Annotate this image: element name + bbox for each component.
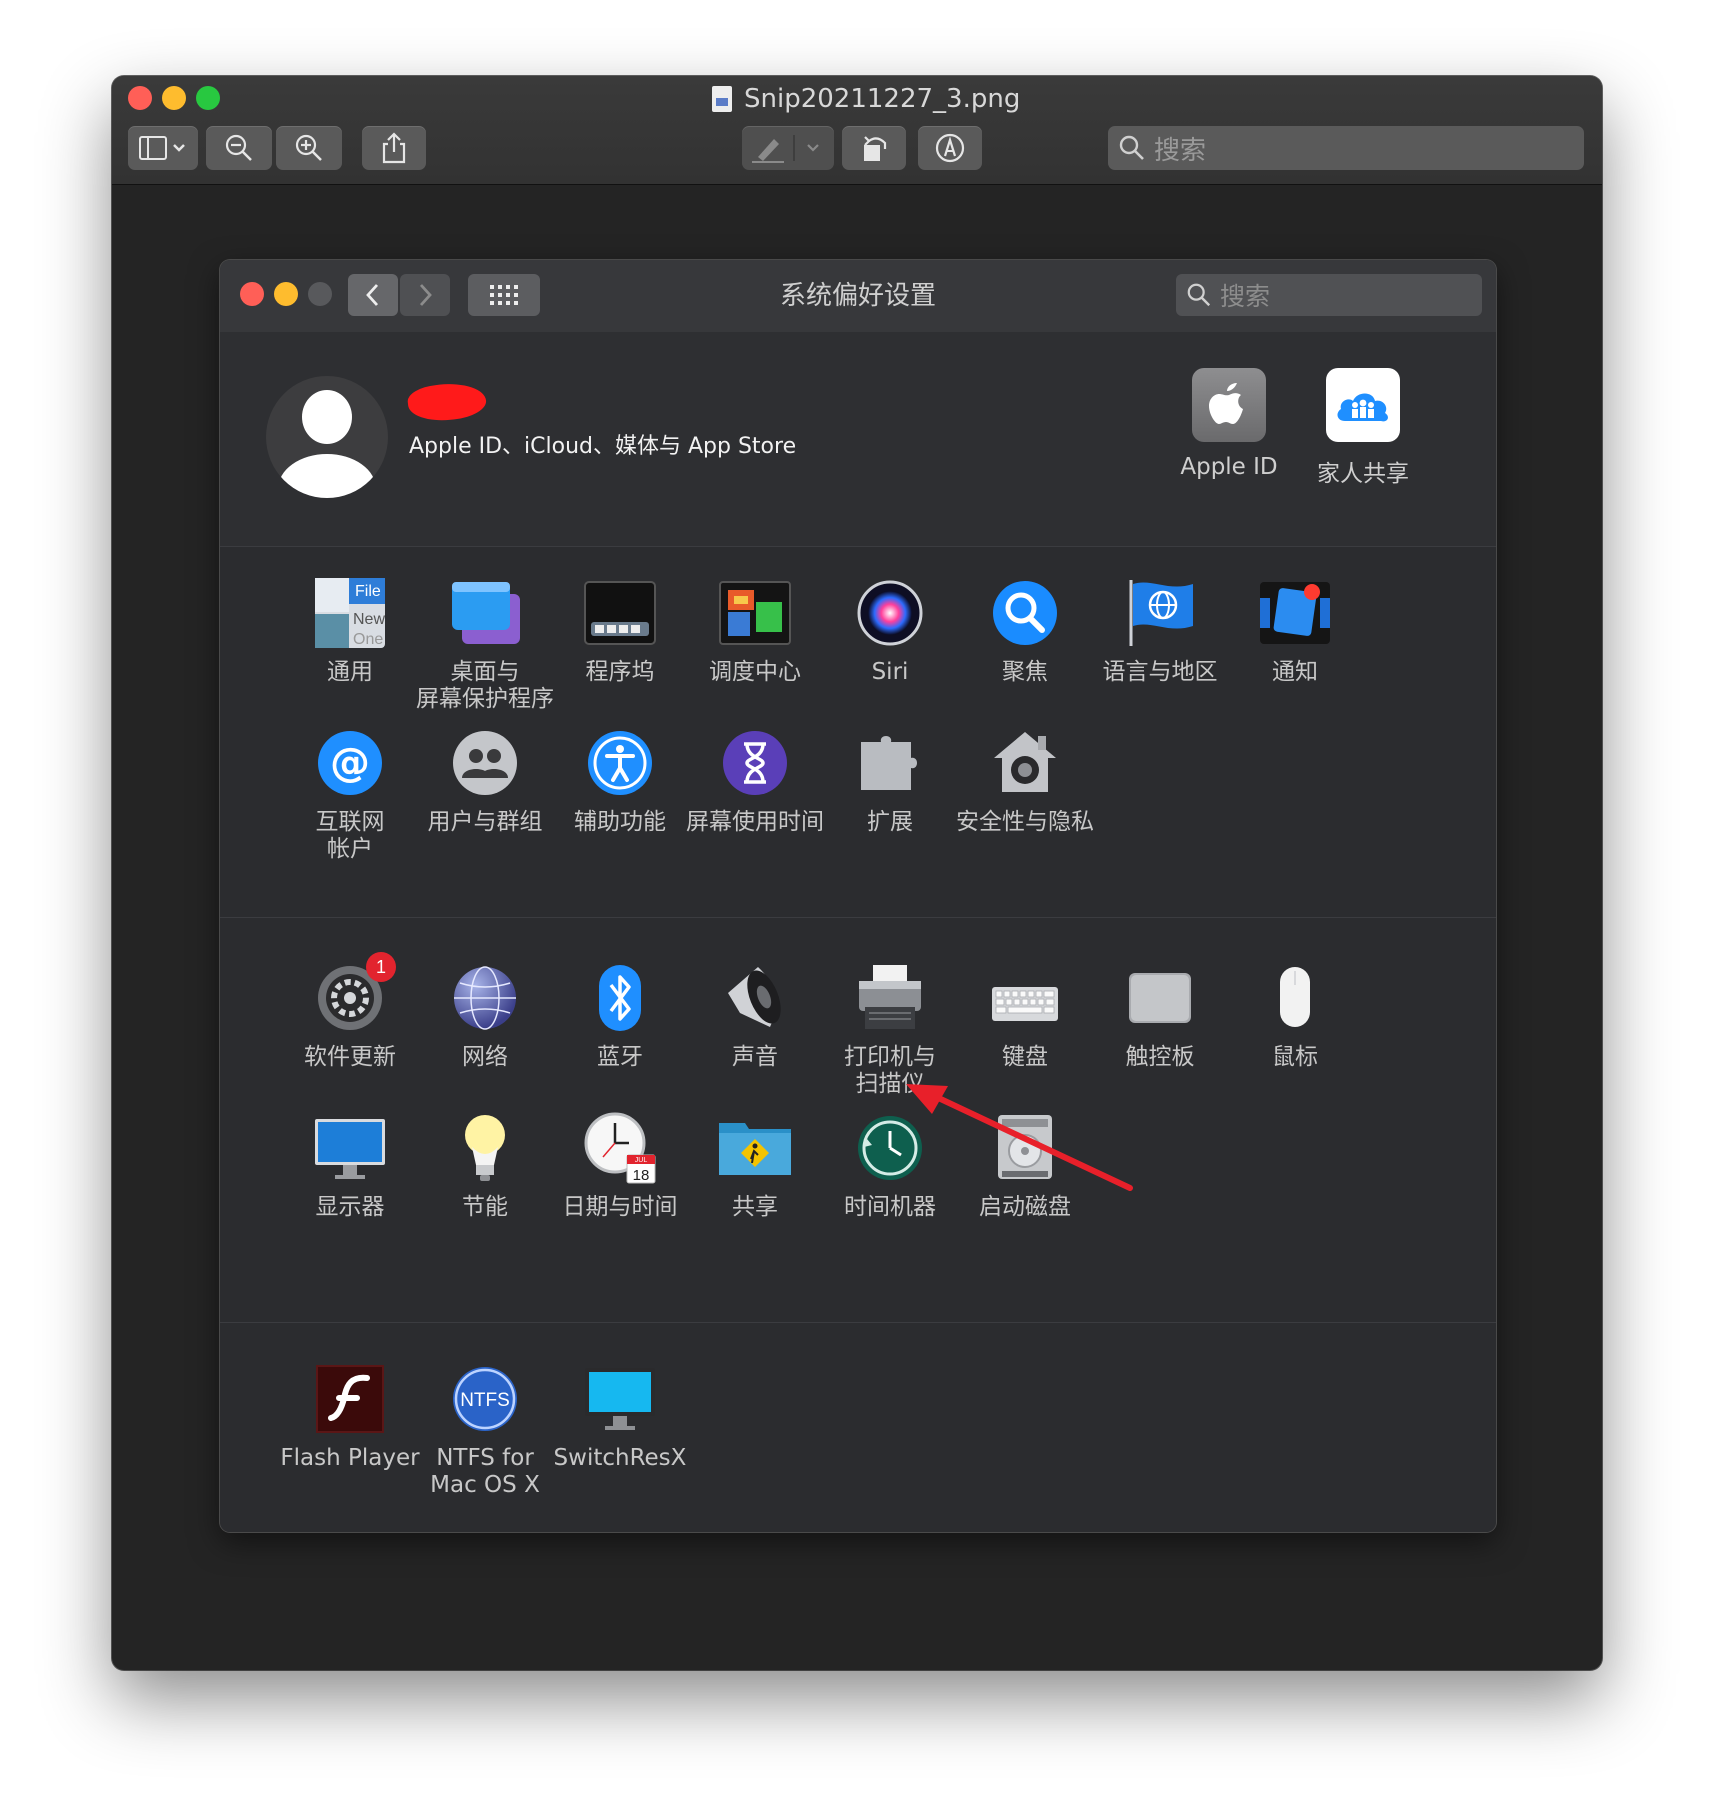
pane-security-privacy[interactable]: 安全性与隐私 [946, 725, 1104, 836]
preview-search-field[interactable]: 搜索 [1108, 126, 1584, 170]
markup-icon [935, 133, 965, 163]
preview-toolbar: Snip20211227_3.png 搜索 [112, 76, 1602, 185]
pane-label: 通知 [1272, 659, 1318, 685]
pane-switchresx[interactable]: SwitchResX [541, 1361, 699, 1472]
pane-mouse[interactable]: 鼠标 [1216, 960, 1374, 1071]
printers-scanners-icon [852, 960, 928, 1036]
search-icon [1187, 283, 1211, 307]
date-time-icon: JUL 18 [582, 1110, 658, 1186]
extensions-icon [852, 725, 928, 801]
svg-text:@: @ [330, 740, 370, 786]
svg-text:File: File [355, 583, 381, 600]
flash-player-icon [312, 1361, 388, 1437]
rotate-button[interactable] [842, 126, 906, 170]
mouse-icon [1257, 960, 1333, 1036]
notifications-icon [1257, 575, 1333, 651]
pane-notifications[interactable]: 通知 [1216, 575, 1374, 686]
language-region-icon [1122, 575, 1198, 651]
energy-saver-icon [447, 1110, 523, 1186]
pane-family-sharing[interactable]: 家人共享 [1288, 368, 1438, 488]
third-party-prefs-section: Flash Player NTFS NTFS for Mac OS X Swit… [220, 1323, 1496, 1532]
internet-accounts-icon: @ [312, 725, 388, 801]
zoom-out-button[interactable] [206, 126, 272, 170]
mission-control-icon [717, 575, 793, 651]
sysprefs-titlebar: 系统偏好设置 搜索 [220, 260, 1496, 333]
svg-text:18: 18 [633, 1167, 650, 1184]
personal-prefs-section: File New One 通用 桌面与 屏幕保护程序 程序坞 调度中心 Siri… [220, 547, 1496, 918]
zoom-out-icon [225, 134, 252, 161]
search-placeholder: 搜索 [1154, 135, 1207, 166]
system-preferences-window: 系统偏好设置 搜索 Apple ID、iCloud、媒体与 App Store [220, 260, 1496, 1532]
sharing-icon [717, 1110, 793, 1186]
pane-label: 家人共享 [1317, 461, 1409, 487]
document-icon [712, 86, 732, 112]
accessibility-icon [582, 725, 658, 801]
grid-icon [490, 285, 518, 305]
pane-label: 鼠标 [1272, 1044, 1318, 1070]
zoom-in-button[interactable] [276, 126, 342, 170]
search-icon [1119, 135, 1144, 160]
security-privacy-icon [987, 725, 1063, 801]
zoom-in-icon [295, 134, 322, 161]
pane-label: Apple ID [1180, 454, 1278, 480]
sysprefs-search-placeholder: 搜索 [1220, 282, 1271, 311]
pane-label: 安全性与隐私 [956, 809, 1094, 835]
sidebar-icon [139, 136, 185, 160]
bluetooth-icon [582, 960, 658, 1036]
svg-text:One: One [353, 631, 383, 648]
desktop-screensaver-icon [447, 575, 523, 651]
ntfs-icon: NTFS [447, 1361, 523, 1437]
user-avatar[interactable] [266, 376, 388, 498]
update-count-badge: 1 [366, 952, 396, 982]
rotate-icon [864, 136, 887, 161]
pane-apple-id[interactable]: Apple ID [1154, 368, 1304, 480]
sysprefs-search-field[interactable]: 搜索 [1176, 274, 1482, 316]
screen-time-icon [717, 725, 793, 801]
displays-icon [312, 1110, 388, 1186]
trackpad-icon [1122, 960, 1198, 1036]
forward-button[interactable] [400, 274, 450, 316]
apple-logo-icon [1192, 368, 1266, 442]
annotation-arrow-icon [906, 1084, 1133, 1191]
show-all-button[interactable] [468, 274, 540, 316]
chevron-right-icon [419, 284, 432, 306]
chevron-left-icon [366, 284, 379, 306]
family-sharing-icon [1326, 368, 1400, 442]
sysprefs-minimize-button[interactable] [274, 282, 298, 306]
share-button[interactable] [362, 126, 426, 170]
redacted-username [406, 380, 488, 424]
network-icon [447, 960, 523, 1036]
dock-icon [582, 575, 658, 651]
back-button[interactable] [348, 274, 398, 316]
pen-icon [752, 135, 819, 163]
zoom-button[interactable] [196, 86, 220, 110]
preview-window: Snip20211227_3.png 搜索 系统偏好设置 搜索 Apple ID… [112, 76, 1602, 1670]
general-icon: File New One [312, 575, 388, 651]
svg-text:JUL: JUL [635, 1157, 648, 1164]
share-icon [382, 132, 406, 164]
switchresx-icon [582, 1361, 658, 1437]
hardware-prefs-section: 1 软件更新 网络 蓝牙 声音 打印机与 扫描仪 键盘 触控板 鼠标 显示器 节… [220, 918, 1496, 1323]
window-title: Snip20211227_3.png [712, 84, 1020, 114]
minimize-button[interactable] [162, 86, 186, 110]
software-update-icon: 1 [312, 952, 396, 1036]
sidebar-toggle-button[interactable] [128, 126, 198, 170]
spotlight-icon [987, 575, 1063, 651]
markup-toolbar-button[interactable] [918, 126, 982, 170]
sysprefs-zoom-button[interactable] [308, 282, 332, 306]
users-groups-icon [447, 725, 523, 801]
pane-label: SwitchResX [553, 1445, 687, 1471]
keyboard-icon [987, 960, 1063, 1036]
sound-icon [717, 960, 793, 1036]
svg-text:New: New [353, 611, 385, 628]
sysprefs-close-button[interactable] [240, 282, 264, 306]
close-button[interactable] [128, 86, 152, 110]
siri-icon [852, 575, 928, 651]
account-section: Apple ID、iCloud、媒体与 App Store Apple ID 家… [220, 332, 1496, 547]
window-title-text: Snip20211227_3.png [744, 84, 1021, 114]
account-subtitle[interactable]: Apple ID、iCloud、媒体与 App Store [409, 428, 796, 460]
svg-text:NTFS: NTFS [460, 1390, 510, 1411]
markup-pen-button[interactable] [742, 126, 834, 170]
